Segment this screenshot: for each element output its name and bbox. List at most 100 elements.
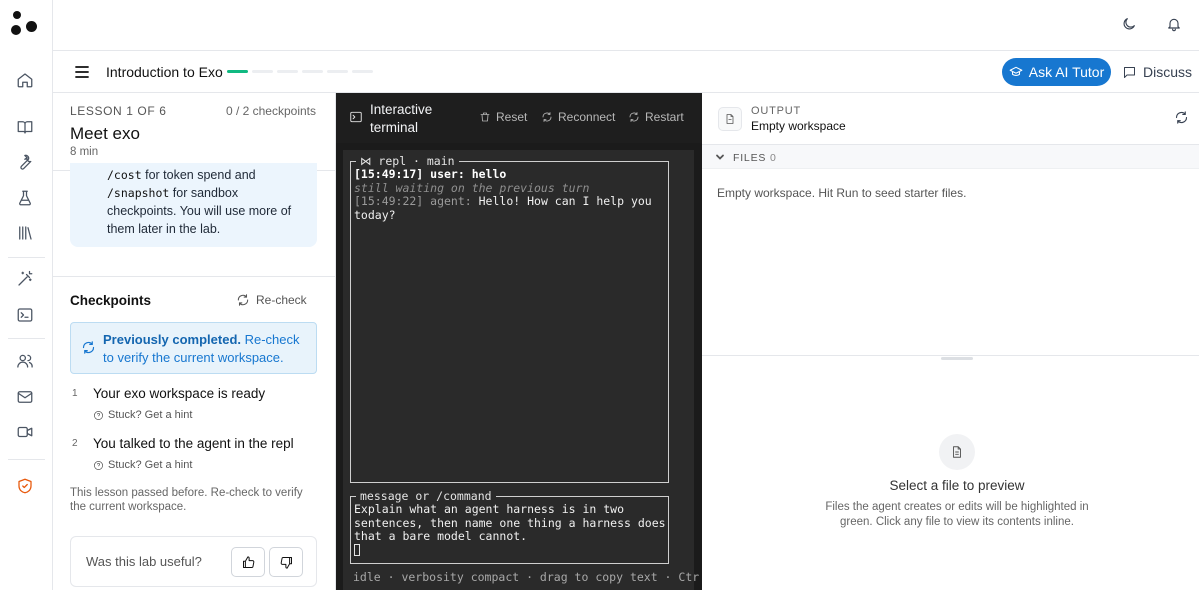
resize-handle[interactable]	[941, 357, 973, 360]
refresh-output-icon[interactable]	[1174, 110, 1190, 126]
repl-label: ⋈ repl · main	[356, 154, 459, 168]
restart-icon	[629, 112, 639, 122]
book-icon[interactable]	[14, 116, 36, 138]
terminal-body[interactable]: ⋈ repl · main [15:49:17] user: hello stil…	[343, 150, 699, 590]
note-text-1: for token spend and	[141, 168, 256, 182]
progress-segment	[327, 70, 348, 73]
notifications-bell-icon[interactable]	[1164, 14, 1184, 34]
waiting-message: still waiting on the previous turn	[354, 180, 590, 195]
files-section-toggle[interactable]: FILES 0	[702, 144, 1199, 169]
menu-icon[interactable]	[73, 63, 91, 81]
output-panel: OUTPUT Empty workspace FILES 0 Empty wor…	[702, 93, 1199, 590]
output-subtitle: Empty workspace	[751, 119, 846, 133]
user-message: [15:49:17] user: hello	[354, 167, 507, 181]
wrench-icon[interactable]	[14, 151, 36, 173]
ask-ai-tutor-button[interactable]: Ask AI Tutor	[1002, 58, 1111, 86]
home-icon[interactable]	[14, 69, 36, 91]
lesson-progress	[227, 70, 373, 73]
graduation-cap-icon	[1009, 66, 1023, 76]
files-label: FILES	[733, 152, 767, 164]
preview-title: Select a file to preview	[889, 478, 1025, 493]
text-cursor	[354, 543, 360, 556]
previously-completed-bold: Previously completed.	[103, 332, 241, 347]
repl-transcript: [15:49:17] user: hello still waiting on t…	[354, 167, 666, 222]
feedback-label: Was this lab useful?	[86, 554, 202, 569]
reset-label: Reset	[496, 110, 528, 124]
get-hint-link[interactable]: Stuck? Get a hint	[93, 409, 192, 421]
checkpoint-number: 1	[72, 388, 78, 399]
lesson-number: LESSON 1 OF 6	[70, 104, 167, 118]
left-rail	[0, 0, 53, 590]
preview-description: Files the agent creates or edits will be…	[825, 501, 1089, 528]
checkpoint-text: Your exo workspace is ready	[93, 386, 266, 401]
message-input-box[interactable]: message or /command Explain what an agen…	[350, 489, 669, 564]
snapshot-command: /snapshot	[107, 186, 170, 200]
library-icon[interactable]	[14, 222, 36, 244]
magic-wand-icon[interactable]	[14, 268, 36, 290]
terminal-icon[interactable]	[14, 304, 36, 326]
terminal-status-line: idle · verbosity compact · drag to copy …	[353, 570, 700, 584]
refresh-icon	[82, 341, 95, 354]
panel-divider	[702, 355, 1199, 356]
progress-segment	[302, 70, 323, 73]
refresh-icon	[237, 294, 249, 306]
discuss-label: Discuss	[1143, 64, 1193, 80]
lesson-duration: 8 min	[70, 146, 99, 158]
lesson-title: Meet exo	[70, 124, 140, 143]
thumbs-down-button[interactable]	[269, 547, 303, 577]
course-header: Introduction to Exo Ask AI Tutor Discuss	[53, 51, 1199, 93]
reconnect-button[interactable]: Reconnect	[541, 110, 615, 124]
video-icon[interactable]	[14, 421, 36, 443]
exo-logo[interactable]	[11, 10, 39, 36]
progress-segment	[352, 70, 373, 73]
terminal-title: Interactive terminal	[370, 102, 433, 135]
lesson-passed-note: This lesson passed before. Re-check to v…	[70, 487, 303, 513]
previously-completed-banner: Previously completed. Re-check to verify…	[70, 322, 317, 374]
progress-segment	[277, 70, 298, 73]
agent-prefix: [15:49:22] agent:	[354, 194, 472, 208]
terminal-icon	[349, 110, 363, 124]
checkpoint-count: 0 / 2 checkpoints	[225, 104, 316, 118]
message-input-text: Explain what an agent harness is in two …	[354, 502, 673, 543]
refresh-icon	[542, 112, 552, 122]
progress-segment	[252, 70, 273, 73]
mail-icon[interactable]	[14, 386, 36, 408]
shield-icon[interactable]	[14, 475, 36, 497]
help-circle-icon	[94, 460, 103, 470]
chat-icon	[1124, 66, 1135, 78]
feedback-box: Was this lab useful?	[70, 536, 317, 587]
chevron-down-icon	[716, 154, 724, 160]
users-icon[interactable]	[14, 350, 36, 372]
checkpoint-number: 2	[72, 438, 78, 449]
message-input-label: message or /command	[356, 489, 496, 503]
progress-segment	[227, 70, 248, 73]
empty-workspace-message: Empty workspace. Hit Run to seed starter…	[717, 186, 967, 200]
output-label: OUTPUT	[751, 105, 802, 117]
trash-icon	[480, 112, 490, 122]
thumbs-down-icon	[280, 556, 292, 569]
terminal-header: Interactive terminal Reset Reconnect Res…	[336, 93, 702, 143]
recheck-button[interactable]: Re-check	[236, 293, 307, 307]
get-hint-link[interactable]: Stuck? Get a hint	[93, 459, 192, 471]
message-input[interactable]: Explain what an agent harness is in two …	[354, 502, 667, 557]
hint-label: Stuck? Get a hint	[108, 459, 193, 471]
files-count: 0	[770, 152, 776, 164]
discuss-button[interactable]: Discuss	[1122, 64, 1192, 80]
theme-toggle-moon-icon[interactable]	[1119, 14, 1139, 34]
hint-label: Stuck? Get a hint	[108, 409, 193, 421]
top-bar	[53, 0, 1199, 51]
thumbs-up-button[interactable]	[231, 547, 265, 577]
thumbs-up-icon	[242, 555, 254, 568]
recheck-label: Re-check	[256, 293, 307, 307]
reset-button[interactable]: Reset	[479, 110, 527, 124]
reconnect-label: Reconnect	[558, 110, 616, 124]
checkpoints-heading: Checkpoints	[70, 293, 152, 308]
flask-icon[interactable]	[14, 187, 36, 209]
terminal-panel: Interactive terminal Reset Reconnect Res…	[336, 93, 702, 590]
restart-button[interactable]: Restart	[628, 110, 684, 124]
help-circle-icon	[94, 410, 103, 420]
cost-command: /cost	[107, 168, 142, 182]
checkpoint-text: You talked to the agent in the repl	[93, 436, 294, 451]
ask-ai-tutor-label: Ask AI Tutor	[1028, 64, 1105, 80]
lesson-note-card: /cost for token spend and /snapshot for …	[70, 163, 317, 247]
